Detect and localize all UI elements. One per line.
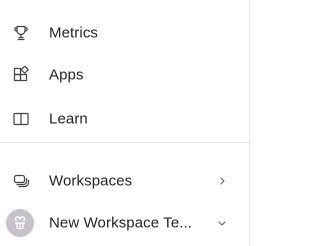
nav-item-label: Learn — [49, 110, 88, 128]
nav-item-apps[interactable]: Apps — [0, 55, 249, 95]
nav-item-workspaces[interactable]: Workspaces — [0, 161, 249, 201]
current-workspace-selector[interactable]: New Workspace Te... — [0, 203, 249, 243]
chevron-right-icon — [217, 176, 227, 186]
nav-item-label: Metrics — [49, 24, 99, 42]
workspaces-icon — [12, 172, 30, 190]
nav-item-label: Workspaces — [49, 172, 133, 190]
book-icon — [12, 110, 30, 128]
apps-icon — [12, 66, 30, 84]
divider — [0, 142, 249, 143]
chevron-down-icon — [217, 218, 227, 228]
trophy-icon — [12, 24, 30, 42]
workspace-name: New Workspace Te... — [49, 214, 193, 232]
nav-item-label: Apps — [49, 66, 84, 84]
workspace-avatar — [6, 209, 34, 237]
nav-item-metrics[interactable]: Metrics — [0, 13, 249, 53]
navigation-panel: Metrics Apps Learn Workspaces New Worksp… — [0, 0, 250, 246]
nav-item-learn[interactable]: Learn — [0, 99, 249, 139]
